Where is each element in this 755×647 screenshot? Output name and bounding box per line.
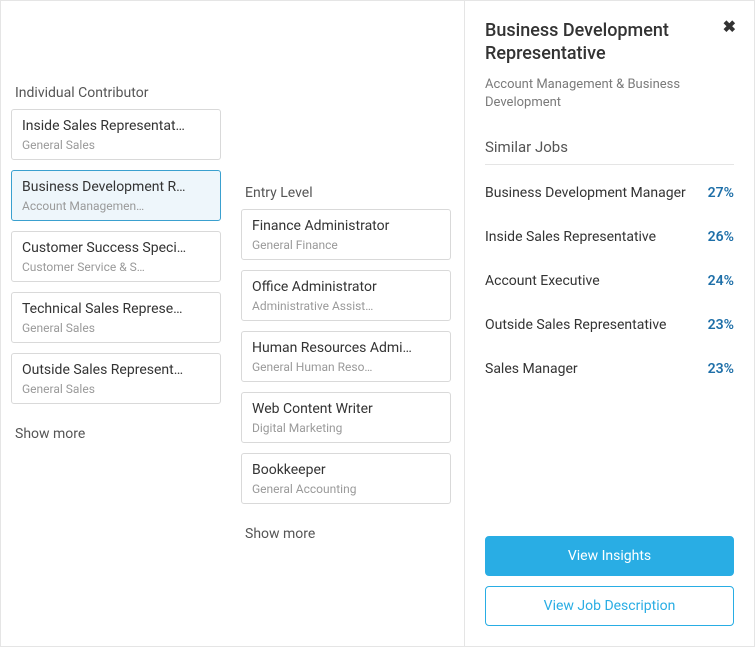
job-card[interactable]: Customer Success Speci… Customer Service… <box>11 231 221 282</box>
career-columns: Individual Contributor Inside Sales Repr… <box>1 1 464 646</box>
similar-job-name: Sales Manager <box>485 361 578 377</box>
job-card[interactable]: Bookkeeper General Accounting <box>241 453 451 504</box>
job-card-subtitle: General Finance <box>252 238 440 252</box>
job-card-subtitle: General Sales <box>22 382 210 396</box>
job-card[interactable]: Web Content Writer Digital Marketing <box>241 392 451 443</box>
show-more-link[interactable]: Show more <box>11 420 221 448</box>
detail-panel: ✖ Business Development Representative Ac… <box>464 1 754 646</box>
job-card-title: Web Content Writer <box>252 401 440 417</box>
similar-job-name: Business Development Manager <box>485 185 686 201</box>
similar-jobs-header: Similar Jobs <box>485 138 734 165</box>
similar-job-row[interactable]: Inside Sales Representative 26% <box>485 215 734 259</box>
similar-job-pct: 24% <box>708 273 734 289</box>
panel-subtitle: Account Management & Business Developmen… <box>485 76 734 112</box>
similar-job-row[interactable]: Account Executive 24% <box>485 259 734 303</box>
job-card-title: Inside Sales Representat… <box>22 118 210 134</box>
job-card-subtitle: Account Managemen… <box>22 199 210 213</box>
similar-job-name: Inside Sales Representative <box>485 229 656 245</box>
job-card[interactable]: Business Development R… Account Manageme… <box>11 170 221 221</box>
job-card[interactable]: Human Resources Admi… General Human Reso… <box>241 331 451 382</box>
job-card-title: Outside Sales Represent… <box>22 362 210 378</box>
view-job-description-button[interactable]: View Job Description <box>485 586 734 626</box>
job-card[interactable]: Technical Sales Represe… General Sales <box>11 292 221 343</box>
job-card-title: Business Development R… <box>22 179 210 195</box>
job-card-title: Finance Administrator <box>252 218 440 234</box>
job-card-subtitle: Administrative Assist… <box>252 299 440 313</box>
job-card-title: Bookkeeper <box>252 462 440 478</box>
similar-job-pct: 23% <box>708 317 734 333</box>
job-card-subtitle: General Accounting <box>252 482 440 496</box>
show-more-link[interactable]: Show more <box>241 520 451 548</box>
job-card-subtitle: General Human Reso… <box>252 360 440 374</box>
similar-job-pct: 23% <box>708 361 734 377</box>
similar-jobs-list: Business Development Manager 27% Inside … <box>485 171 734 391</box>
column-individual-contributor: Individual Contributor Inside Sales Repr… <box>11 11 221 548</box>
job-card-subtitle: Digital Marketing <box>252 421 440 435</box>
similar-job-row[interactable]: Sales Manager 23% <box>485 347 734 391</box>
similar-job-name: Outside Sales Representative <box>485 317 666 333</box>
column-header: Individual Contributor <box>11 79 221 109</box>
column-header: Entry Level <box>241 179 451 209</box>
job-card-subtitle: General Sales <box>22 138 210 152</box>
job-card-title: Technical Sales Represe… <box>22 301 210 317</box>
job-card[interactable]: Office Administrator Administrative Assi… <box>241 270 451 321</box>
app-root: Individual Contributor Inside Sales Repr… <box>0 0 755 647</box>
job-card-title: Customer Success Speci… <box>22 240 210 256</box>
view-insights-button[interactable]: View Insights <box>485 536 734 576</box>
similar-job-name: Account Executive <box>485 273 600 289</box>
job-card-subtitle: General Sales <box>22 321 210 335</box>
similar-job-pct: 26% <box>708 229 734 245</box>
job-card-subtitle: Customer Service & S… <box>22 260 210 274</box>
job-card-title: Office Administrator <box>252 279 440 295</box>
panel-title: Business Development Representative <box>485 19 734 66</box>
similar-job-row[interactable]: Business Development Manager 27% <box>485 171 734 215</box>
job-card[interactable]: Inside Sales Representat… General Sales <box>11 109 221 160</box>
column-entry-level: Entry Level Finance Administrator Genera… <box>241 11 451 548</box>
similar-job-pct: 27% <box>708 185 734 201</box>
job-card-title: Human Resources Admi… <box>252 340 440 356</box>
close-icon[interactable]: ✖ <box>723 17 736 36</box>
similar-job-row[interactable]: Outside Sales Representative 23% <box>485 303 734 347</box>
job-card[interactable]: Outside Sales Represent… General Sales <box>11 353 221 404</box>
job-card[interactable]: Finance Administrator General Finance <box>241 209 451 260</box>
